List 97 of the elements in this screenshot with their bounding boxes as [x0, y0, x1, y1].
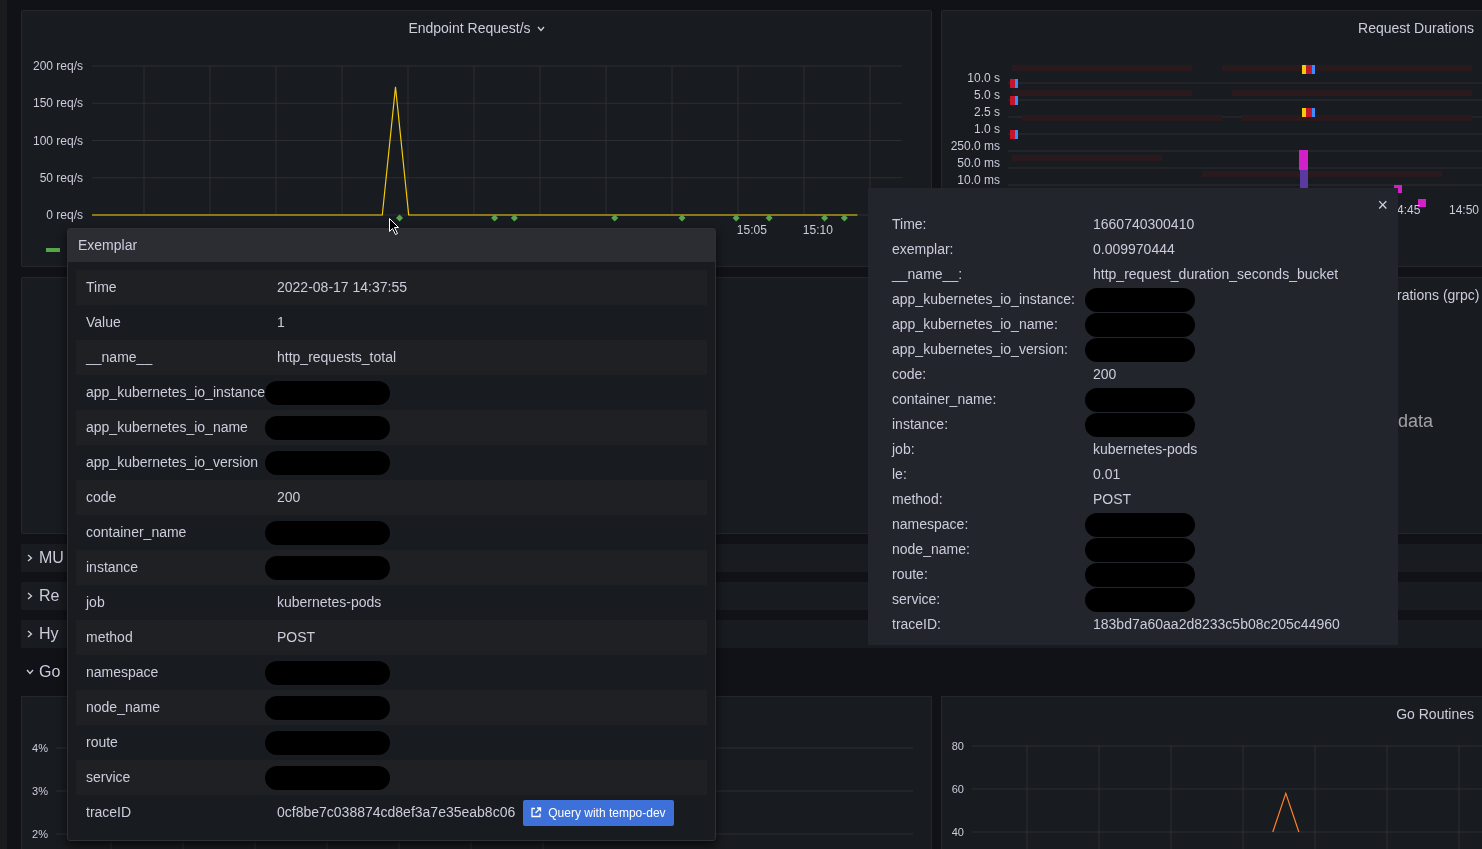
exemplar-marker: [732, 214, 740, 222]
axis-label: 100 req/s: [32, 133, 83, 148]
field-label: instance: [85, 558, 140, 577]
field-label: service: [85, 768, 132, 787]
row-title[interactable]: Go: [39, 660, 61, 684]
exemplar-marker: [491, 214, 499, 222]
field-value: kubernetes-pods: [1093, 440, 1198, 459]
axis-label: 0 req/s: [46, 208, 83, 222]
field-label: Time:: [892, 215, 928, 234]
panel-title: Go Routines: [1396, 706, 1474, 722]
cursor-icon: [389, 218, 399, 235]
axis-label: 150 req/s: [32, 96, 83, 111]
axis-label: 40: [951, 826, 964, 838]
axis-label: 10.0 ms: [957, 173, 1000, 187]
field-label: app_kubernetes_io_instance: [85, 383, 267, 402]
exemplar-marker: [821, 214, 829, 222]
exemplar-marker: [510, 214, 518, 222]
axis-label: 1.0 s: [974, 122, 1000, 136]
axis-label: 60: [951, 783, 964, 795]
axis-label: 250.0 ms: [950, 139, 1000, 153]
query-button[interactable]: Query with tempo-dev: [523, 799, 674, 826]
field-value: 0.009970444: [1093, 240, 1175, 259]
field-label: traceID: [85, 803, 133, 822]
field-label: node_name:: [892, 540, 971, 559]
axis-label: 14:50: [1448, 203, 1479, 217]
field-label: route:: [892, 565, 929, 584]
no-data-message: data: [1398, 410, 1434, 433]
field-label: Value: [85, 313, 122, 332]
field-label: app_kubernetes_io_version: [85, 453, 259, 472]
axis-label: 5.0 s: [974, 88, 1000, 102]
field-label: container_name: [85, 523, 188, 542]
field-label: container_name:: [892, 390, 998, 409]
axis-label: 2.5 s: [974, 105, 1000, 119]
axis-label: 200 req/s: [32, 59, 83, 73]
field-label: instance:: [892, 415, 950, 434]
exemplar-marker: [678, 214, 686, 222]
panel-title: rations (grpc): [1397, 287, 1480, 303]
field-value: http_request_duration_seconds_bucket: [1093, 265, 1339, 284]
field-label: traceID:: [892, 615, 942, 634]
panel-title: Request Durations: [1358, 20, 1474, 36]
field-label: namespace: [85, 663, 160, 682]
field-label: __name__: [84, 348, 154, 367]
field-label: job:: [892, 440, 916, 459]
field-value: 0.01: [1093, 465, 1121, 484]
field-label: method:: [892, 490, 944, 509]
field-label: exemplar:: [892, 240, 955, 259]
axis-label: 15:05: [736, 223, 767, 237]
field-label: le:: [892, 465, 908, 484]
row-title[interactable]: Hy: [39, 622, 59, 646]
field-label: method: [85, 628, 134, 647]
exemplar-marker: [396, 214, 404, 222]
axis-label: 2%: [32, 828, 48, 840]
tooltip-title: Exemplar: [68, 229, 715, 262]
field-label: code:: [892, 365, 928, 384]
legend-icon: [46, 248, 60, 252]
field-label: code: [85, 488, 118, 507]
field-value: http_requests_total: [277, 348, 397, 367]
field-label: job: [84, 593, 106, 612]
field-label: route: [85, 733, 119, 752]
field-value: 0cf8be7c038874cd8ef3a7e35eab8c06: [277, 803, 516, 822]
field-value: 183bd7a60aa2d8233c5b08c205c44960: [1093, 615, 1340, 634]
field-label: Time: [85, 278, 118, 297]
axis-label: 3%: [32, 785, 48, 797]
axis-label: 4%: [32, 742, 48, 754]
field-value: 200: [1093, 365, 1117, 384]
exemplar-marker: [611, 214, 619, 222]
row-title[interactable]: Re: [39, 584, 60, 608]
field-value: 200: [277, 488, 301, 507]
field-value: 2022-08-17 14:37:55: [277, 278, 407, 297]
field-value: POST: [1093, 490, 1132, 509]
axis-label: 50.0 ms: [957, 156, 1000, 170]
field-value: 1660740300410: [1093, 215, 1195, 234]
field-label: app_kubernetes_io_name:: [892, 315, 1059, 334]
field-label: namespace:: [892, 515, 970, 534]
exemplar-marker: [765, 214, 773, 222]
field-label: app_kubernetes_io_name: [85, 418, 249, 437]
row-title[interactable]: MU: [39, 546, 64, 570]
axis-label: 10.0 s: [967, 71, 1000, 85]
axis-label: 80: [951, 740, 964, 752]
field-value: 1: [277, 313, 285, 332]
exemplar-marker: [840, 214, 848, 222]
heatmap-cell: [1299, 150, 1308, 170]
heatmap-cell: [1418, 199, 1426, 207]
field-label: app_kubernetes_io_instance:: [892, 290, 1076, 309]
axis-label: 4:45: [1397, 203, 1421, 217]
axis-label: 15:10: [802, 223, 833, 237]
field-label: __name__:: [892, 265, 964, 284]
field-label: app_kubernetes_io_version:: [892, 340, 1069, 359]
field-value: POST: [277, 628, 316, 647]
field-label: service:: [892, 590, 942, 609]
close-button[interactable]: ×: [1377, 192, 1388, 219]
data-line: [1272, 791, 1300, 833]
panel-title: Endpoint Request/s: [408, 20, 531, 36]
external-link-icon: [531, 806, 543, 818]
field-label: node_name: [85, 698, 161, 717]
field-value: kubernetes-pods: [277, 593, 382, 612]
axis-label: 50 req/s: [39, 170, 83, 185]
